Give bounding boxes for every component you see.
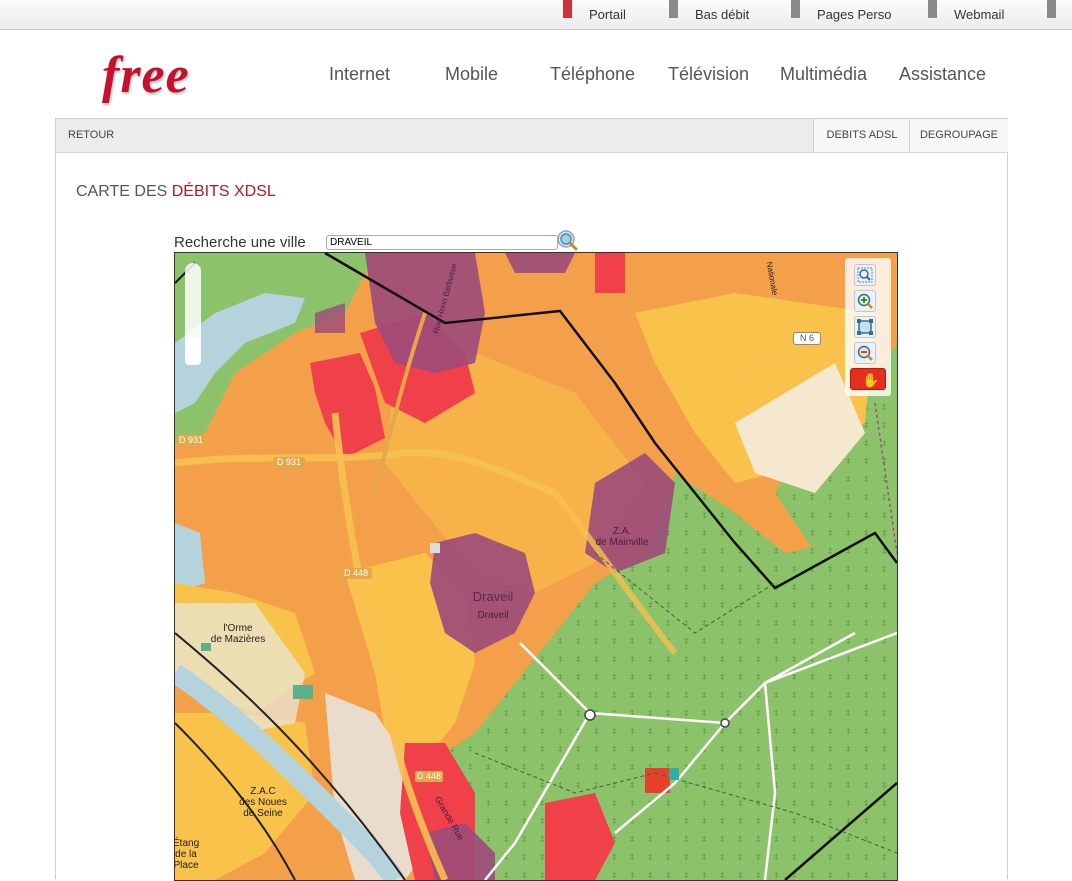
content-panel: RETOUR DEBITS ADSL DEGROUPAGE CARTE DES … [55,118,1008,881]
zoom-out-icon[interactable] [854,342,876,364]
zoom-slider-handle[interactable] [185,337,201,365]
map-label-draveil-small: Draveil [477,610,509,621]
magnifier-icon [557,230,578,251]
bookmark-tab-icon [563,0,572,18]
map-label-draveil: Draveil [472,589,514,604]
map-label-zac-noues: Z.A.C des Noues de Seine [239,786,287,819]
zoom-box-icon[interactable] [854,264,876,286]
city-search-input[interactable] [326,235,558,250]
top-link-bas-debit[interactable]: Bas débit [669,0,749,29]
svg-text:✋: ✋ [862,372,879,389]
page-title: CARTE DES DÉBITS XDSL [76,183,276,200]
bookmark-tab-icon [928,0,937,18]
nav-telephone[interactable]: Téléphone [550,64,635,85]
nav-mobile[interactable]: Mobile [445,64,498,85]
road-label-d448: D 448 [340,568,372,579]
search-label: Recherche une ville [174,234,306,251]
road-label-d931: D 931 [273,457,305,468]
road-label-n6: N 6 [793,332,821,345]
coverage-map[interactable]: ‡ [174,252,898,881]
search-button[interactable] [556,229,578,251]
sub-navigation: RETOUR DEBITS ADSL DEGROUPAGE [56,119,1008,153]
zoom-in-icon[interactable] [854,290,876,312]
bookmark-tab-icon [791,0,800,18]
tab-degroupage[interactable]: DEGROUPAGE [909,119,1008,152]
free-logo[interactable]: free [102,50,190,102]
tab-debits-adsl[interactable]: DEBITS ADSL [813,119,910,152]
top-link-webmail[interactable]: Webmail [928,0,1004,29]
map-toolbar: ✋ [845,258,891,396]
top-bar: Portail Bas débit Pages Perso Webmail [0,0,1072,30]
map-label-za-mainville: Z.A. de Mainville [595,526,649,548]
map-label-orme-mazieres: l'Orme de Mazières [210,623,266,645]
nav-assistance[interactable]: Assistance [899,64,986,85]
nav-television[interactable]: Télévision [668,64,749,85]
nav-multimedia[interactable]: Multimédia [780,64,867,85]
road-label-d448: D 448 [415,771,443,782]
back-link[interactable]: RETOUR [68,119,114,152]
road-label-d931: D 931 [177,435,205,446]
bookmark-tab-icon [1047,0,1056,18]
map-label-etang: Étang de la Place [174,838,200,871]
top-link-portail[interactable]: Portail [563,0,626,29]
nav-internet[interactable]: Internet [329,64,390,85]
bookmark-tab-icon [669,0,678,18]
fit-extent-icon[interactable] [854,316,876,338]
top-link-pages-perso[interactable]: Pages Perso [791,0,891,29]
pan-hand-icon[interactable]: ✋ [850,368,886,390]
